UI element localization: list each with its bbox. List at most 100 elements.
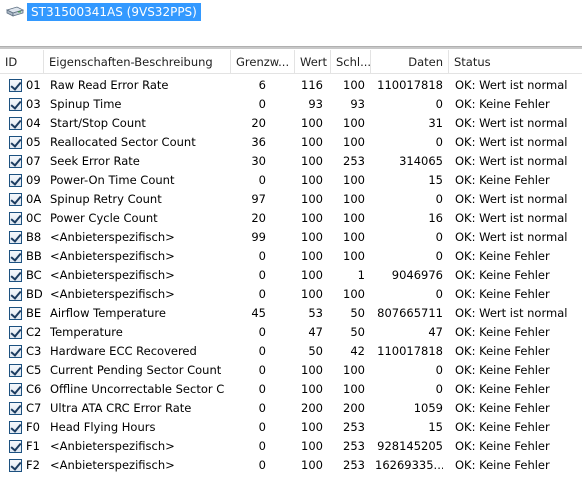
attribute-raw-data: 314065 [399, 154, 443, 168]
row-checkbox[interactable] [9, 98, 22, 111]
attribute-value: 100 [301, 173, 323, 187]
attribute-id: C5 [26, 363, 42, 377]
attribute-description: Hardware ECC Recovered [50, 344, 197, 358]
row-checkbox[interactable] [9, 345, 22, 358]
attribute-id: BD [26, 287, 43, 301]
attribute-threshold: 97 [251, 192, 266, 206]
row-checkbox[interactable] [9, 440, 22, 453]
attribute-threshold: 0 [258, 97, 266, 111]
row-checkbox[interactable] [9, 174, 22, 187]
table-row[interactable]: BC <Anbieterspezifisch> 0 100 1 9046976 OK: Ke… [0, 266, 582, 285]
row-checkbox[interactable] [9, 459, 22, 472]
table-row[interactable]: C3 Hardware ECC Recovered 0 50 42 110017818 OK… [0, 342, 582, 361]
attribute-threshold: 0 [258, 401, 266, 415]
table-row[interactable]: 07 Seek Error Rate 30 100 253 314065 OK: Wert … [0, 152, 582, 171]
attribute-value: 100 [301, 135, 323, 149]
attribute-raw-data: 16 [428, 211, 443, 225]
attribute-description: Airflow Temperature [50, 306, 166, 320]
column-header-status[interactable]: Status [449, 50, 582, 74]
table-row[interactable]: 0C Power Cycle Count 20 100 100 16 OK: Wert is… [0, 209, 582, 228]
row-checkbox[interactable] [9, 212, 22, 225]
attribute-raw-data: 15 [428, 173, 443, 187]
attribute-threshold: 20 [251, 116, 266, 130]
attribute-status: OK: Wert ist normal [455, 192, 568, 206]
attribute-value: 100 [301, 363, 323, 377]
table-row[interactable]: 01 Raw Read Error Rate 6 116 100 110017818 OK:… [0, 76, 582, 95]
row-checkbox[interactable] [9, 307, 22, 320]
attribute-id: C3 [26, 344, 42, 358]
attribute-id: 01 [26, 78, 41, 92]
panel-splitter[interactable] [0, 46, 582, 49]
row-checkbox[interactable] [9, 364, 22, 377]
column-header-description[interactable]: Eigenschaften-Beschreibung [44, 50, 231, 74]
column-header-id[interactable]: ID [0, 50, 44, 74]
attribute-worst: 50 [350, 306, 365, 320]
attribute-id: 05 [26, 135, 41, 149]
attribute-status: OK: Wert ist normal [455, 78, 568, 92]
table-row[interactable]: 0A Spinup Retry Count 97 100 100 0 OK: Wert is… [0, 190, 582, 209]
row-checkbox[interactable] [9, 383, 22, 396]
row-checkbox[interactable] [9, 155, 22, 168]
attribute-raw-data: 928145205 [377, 439, 443, 453]
attribute-id: 04 [26, 116, 41, 130]
row-checkbox[interactable] [9, 231, 22, 244]
table-body: 01 Raw Read Error Rate 6 116 100 110017818 OK:… [0, 76, 582, 475]
attribute-threshold: 0 [258, 287, 266, 301]
attribute-description: <Anbieterspezifisch> [50, 230, 175, 244]
column-header-threshold[interactable]: Grenzw... [231, 50, 295, 74]
table-row[interactable]: 04 Start/Stop Count 20 100 100 31 OK: Wert ist… [0, 114, 582, 133]
column-header-data[interactable]: Daten [371, 50, 449, 74]
row-checkbox[interactable] [9, 250, 22, 263]
attribute-raw-data: 807665711 [377, 306, 443, 320]
row-checkbox[interactable] [9, 269, 22, 282]
table-row[interactable]: 03 Spinup Time 0 93 93 0 OK: Keine Fehler [0, 95, 582, 114]
attribute-value: 100 [301, 116, 323, 130]
attribute-description: Offline Uncorrectable Sector C... [50, 382, 225, 396]
attribute-worst: 93 [350, 97, 365, 111]
attribute-status: OK: Keine Fehler [455, 287, 550, 301]
table-row[interactable]: C2 Temperature 0 47 50 47 OK: Keine Fehler [0, 323, 582, 342]
attribute-id: 09 [26, 173, 41, 187]
row-checkbox[interactable] [9, 326, 22, 339]
column-header-value[interactable]: Wert [295, 50, 331, 74]
attribute-worst: 253 [343, 458, 365, 472]
attribute-id: BB [26, 249, 42, 263]
attribute-description: Spinup Retry Count [50, 192, 162, 206]
table-row[interactable]: C6 Offline Uncorrectable Sector C... 0 100 1… [0, 380, 582, 399]
attribute-worst: 42 [350, 344, 365, 358]
attribute-raw-data: 110017818 [377, 344, 443, 358]
row-checkbox[interactable] [9, 288, 22, 301]
table-row[interactable]: F1 <Anbieterspezifisch> 0 100 253 928145205 OK… [0, 437, 582, 456]
attribute-value: 100 [301, 420, 323, 434]
row-checkbox[interactable] [9, 421, 22, 434]
row-checkbox[interactable] [9, 402, 22, 415]
attribute-worst: 100 [343, 382, 365, 396]
table-row[interactable]: 05 Reallocated Sector Count 36 100 100 0 OK: W… [0, 133, 582, 152]
drive-tree-panel: ST31500341AS (9VS32PPS) [0, 0, 582, 46]
attribute-raw-data: 9046976 [391, 268, 443, 282]
attribute-description: <Anbieterspezifisch> [50, 439, 175, 453]
table-row[interactable]: BE Airflow Temperature 45 53 50 807665711 OK: … [0, 304, 582, 323]
attribute-value: 100 [301, 249, 323, 263]
table-row[interactable]: C5 Current Pending Sector Count 0 100 100 0 OK… [0, 361, 582, 380]
drive-tree-item[interactable]: ST31500341AS (9VS32PPS) [5, 3, 201, 21]
column-header-worst[interactable]: Schl... [331, 50, 371, 74]
attribute-description: Temperature [50, 325, 123, 339]
table-row[interactable]: B8 <Anbieterspezifisch> 99 100 100 0 OK: Wert … [0, 228, 582, 247]
table-row[interactable]: BB <Anbieterspezifisch> 0 100 100 0 OK: Keine … [0, 247, 582, 266]
table-row[interactable]: C7 Ultra ATA CRC Error Rate 0 200 200 1059 OK:… [0, 399, 582, 418]
row-checkbox[interactable] [9, 117, 22, 130]
table-row[interactable]: F0 Head Flying Hours 0 100 253 15 OK: Keine Fe… [0, 418, 582, 437]
table-row[interactable]: BD <Anbieterspezifisch> 0 100 100 0 OK: Keine … [0, 285, 582, 304]
table-row[interactable]: F2 <Anbieterspezifisch> 0 100 253 16269335...… [0, 456, 582, 475]
row-checkbox[interactable] [9, 79, 22, 92]
attribute-threshold: 6 [258, 78, 266, 92]
row-checkbox[interactable] [9, 193, 22, 206]
attribute-worst: 100 [343, 249, 365, 263]
attribute-worst: 100 [343, 363, 365, 377]
hard-drive-icon [5, 4, 25, 20]
attribute-raw-data: 0 [435, 249, 443, 263]
row-checkbox[interactable] [9, 136, 22, 149]
drive-label[interactable]: ST31500341AS (9VS32PPS) [27, 3, 201, 21]
table-row[interactable]: 09 Power-On Time Count 0 100 100 15 OK: Keine … [0, 171, 582, 190]
